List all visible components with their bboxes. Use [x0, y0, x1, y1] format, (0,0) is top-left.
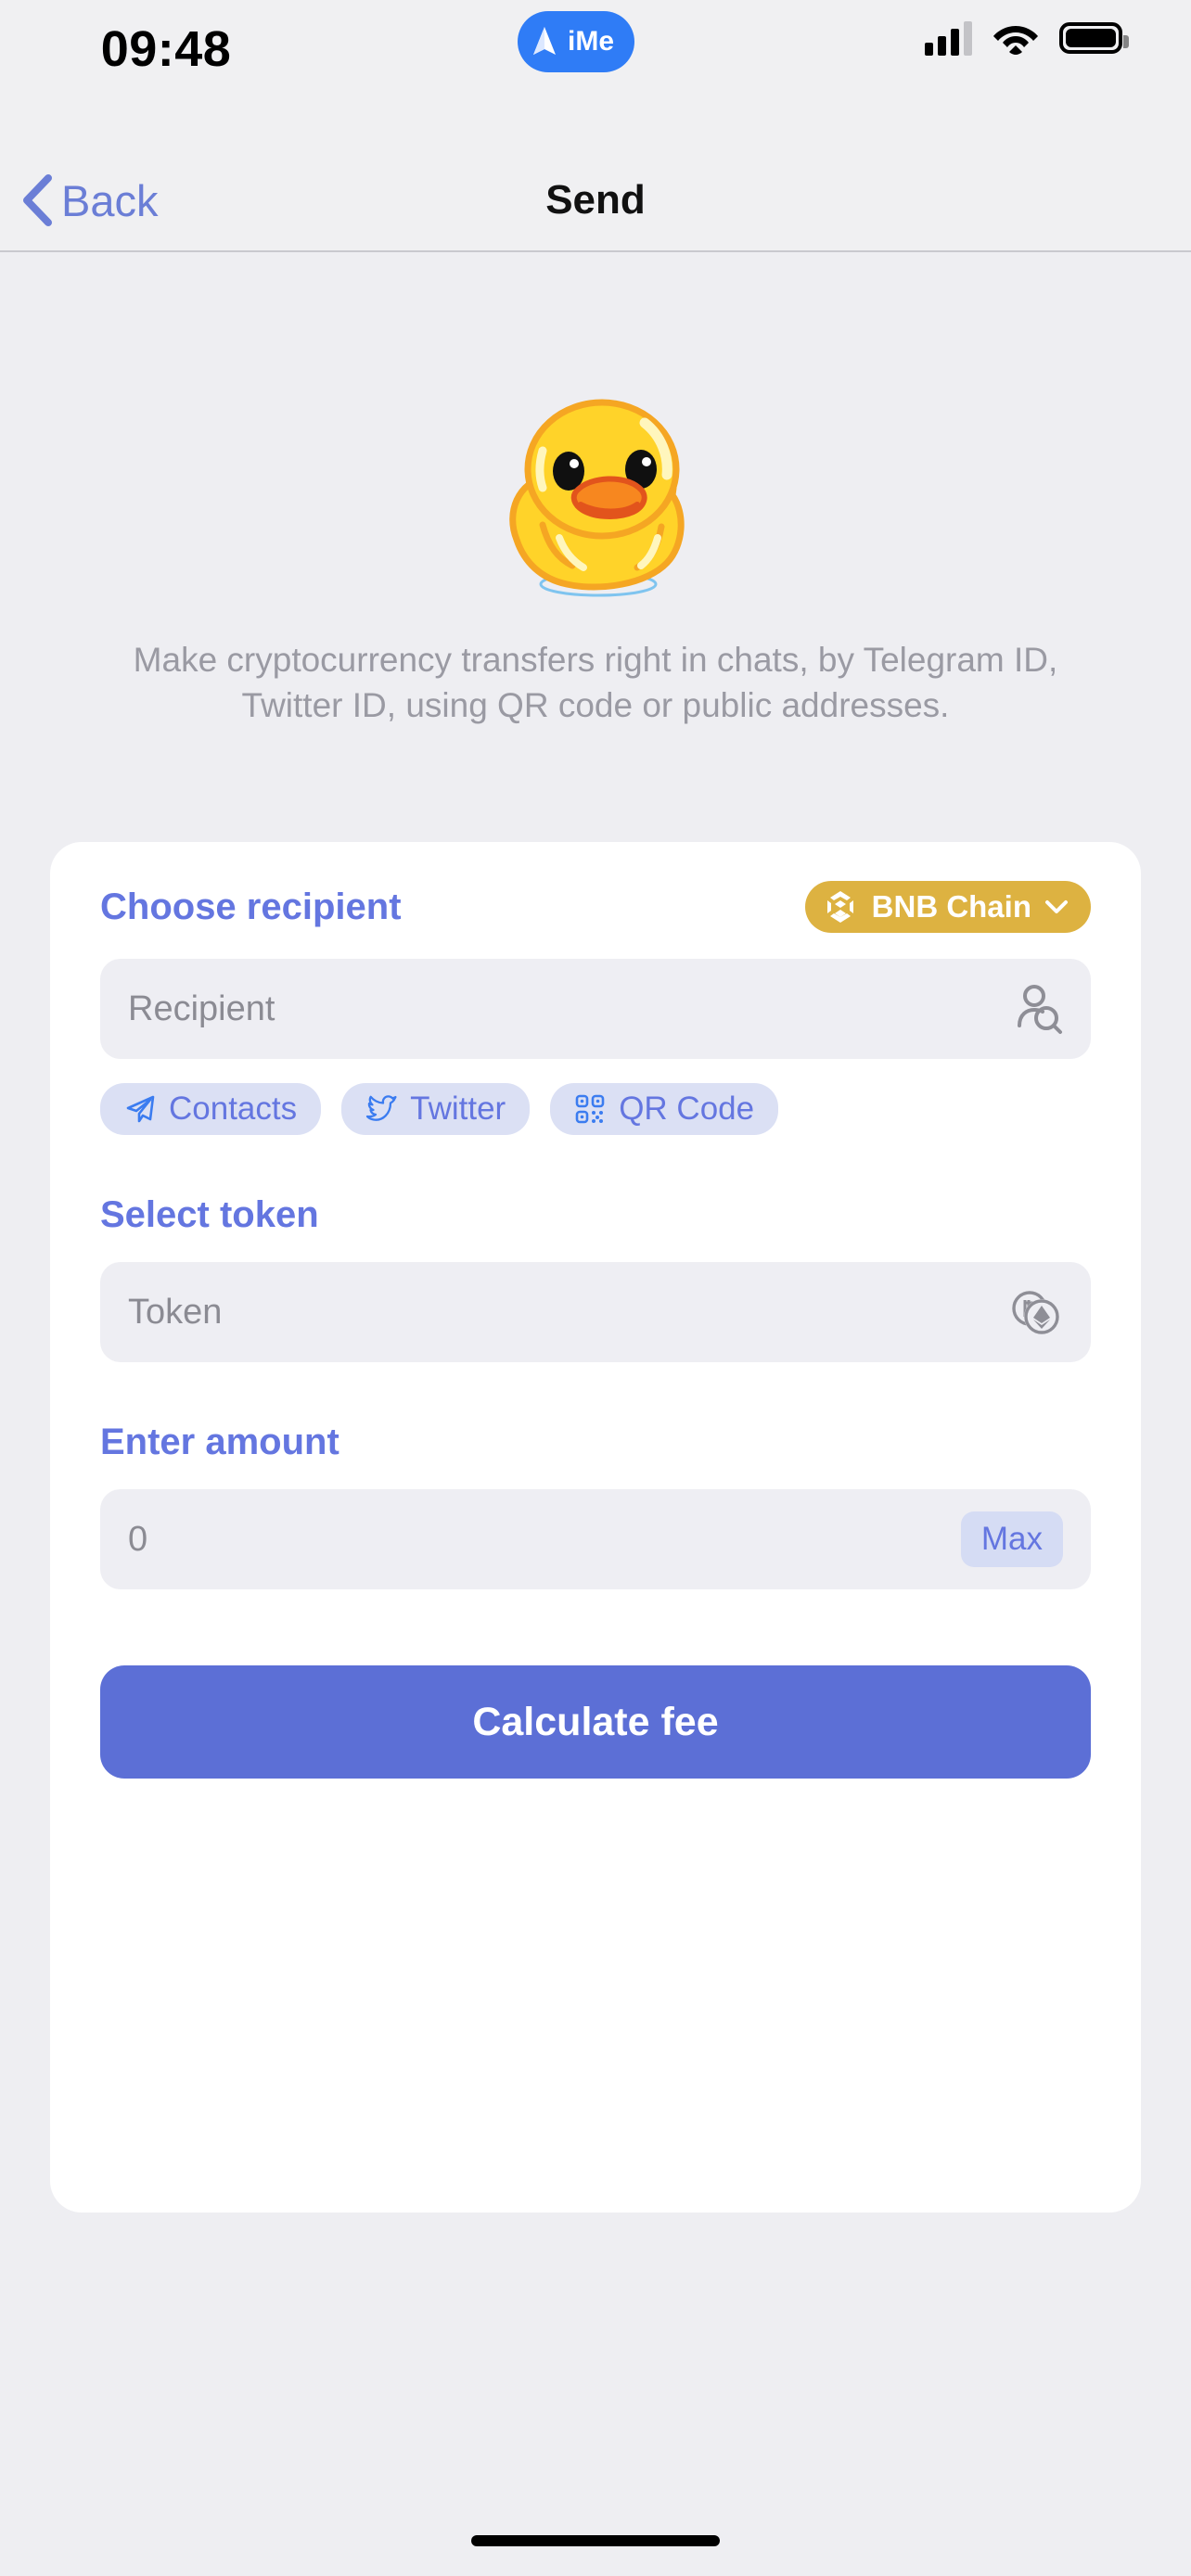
token-input[interactable]: Token	[100, 1262, 1091, 1362]
recipient-source-chips: Contacts Twitter	[100, 1083, 1091, 1135]
chip-twitter[interactable]: Twitter	[341, 1083, 530, 1135]
status-bar-icons	[925, 20, 1122, 56]
navigation-bar: Send Back	[0, 148, 1191, 252]
calculate-fee-button[interactable]: Calculate fee	[100, 1665, 1091, 1779]
chain-selector-button[interactable]: BNB Chain	[805, 881, 1091, 933]
rubber-duck-sticker	[489, 373, 702, 605]
max-button[interactable]: Max	[961, 1511, 1063, 1567]
status-bar: 09:48 iMe	[0, 0, 1191, 148]
token-input-placeholder: Token	[128, 1293, 1009, 1333]
amount-input[interactable]: 0 Max	[100, 1489, 1091, 1589]
duck-illustration-wrapper	[0, 373, 1191, 605]
amount-input-placeholder: 0	[128, 1520, 961, 1560]
choose-recipient-header: Choose recipient BNB Chain	[100, 842, 1091, 933]
battery-full-icon	[1059, 22, 1122, 54]
person-search-icon[interactable]	[1011, 983, 1063, 1035]
chevron-left-icon	[20, 174, 52, 226]
home-indicator[interactable]	[471, 2535, 720, 2546]
send-form-card: Choose recipient BNB Chain Recipient	[50, 842, 1141, 2213]
status-bar-time: 09:48	[78, 20, 254, 78]
select-token-title: Select token	[100, 1194, 1091, 1236]
hero-description: Make cryptocurrency transfers right in c…	[0, 638, 1191, 729]
twitter-bird-icon	[365, 1093, 397, 1125]
back-button[interactable]: Back	[20, 148, 159, 252]
chip-qr-code-label: QR Code	[619, 1090, 754, 1128]
telegram-plane-icon	[124, 1093, 156, 1125]
app-indicator-label: iMe	[568, 26, 614, 57]
recipient-input[interactable]: Recipient	[100, 959, 1091, 1059]
chain-selector-label: BNB Chain	[872, 889, 1031, 925]
chevron-down-icon	[1044, 899, 1069, 915]
calculate-fee-label: Calculate fee	[472, 1700, 718, 1745]
wifi-icon	[992, 20, 1039, 56]
recipient-input-placeholder: Recipient	[128, 989, 1011, 1029]
chip-contacts-label: Contacts	[169, 1090, 297, 1128]
page-title: Send	[0, 148, 1191, 252]
max-button-label: Max	[981, 1521, 1043, 1557]
chip-contacts[interactable]: Contacts	[100, 1083, 321, 1135]
bnb-chain-icon	[822, 888, 859, 925]
cellular-signal-icon	[925, 20, 972, 56]
enter-amount-title: Enter amount	[100, 1422, 1091, 1463]
paper-plane-icon	[531, 26, 558, 57]
app-indicator-pill[interactable]: iMe	[518, 11, 634, 72]
phone-screen: 09:48 iMe Send	[0, 0, 1191, 2576]
chip-qr-code[interactable]: QR Code	[550, 1083, 778, 1135]
back-button-label: Back	[61, 175, 159, 226]
crypto-coins-icon[interactable]	[1009, 1288, 1063, 1336]
choose-recipient-title: Choose recipient	[100, 886, 402, 928]
hero-section: Make cryptocurrency transfers right in c…	[0, 252, 1191, 729]
qr-code-icon	[574, 1093, 606, 1125]
chip-twitter-label: Twitter	[410, 1090, 506, 1128]
